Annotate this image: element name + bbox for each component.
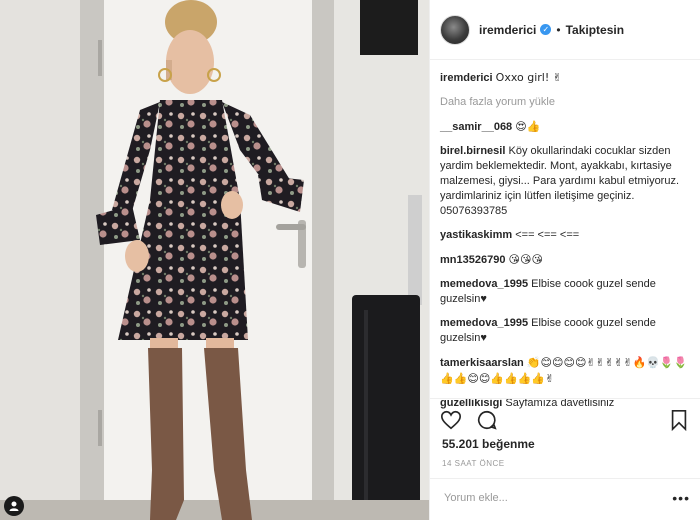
comment-username[interactable]: tamerkisaarslan: [440, 357, 524, 369]
post-header: iremderici ✓ • Takiptesin: [430, 0, 700, 60]
tagged-users-button[interactable]: [4, 496, 24, 516]
avatar[interactable]: [440, 14, 470, 45]
comment-item: mn13526790 😘😘😘: [440, 252, 695, 268]
comment-username[interactable]: memedova_1995: [440, 278, 528, 290]
comment-username[interactable]: __samir__068: [440, 121, 512, 133]
separator-dot: •: [556, 22, 561, 37]
comment-icon[interactable]: [476, 409, 498, 431]
verified-badge-icon: ✓: [540, 24, 552, 35]
heart-icon[interactable]: [440, 409, 462, 431]
comment-username[interactable]: memedova_1995: [440, 317, 528, 329]
post-image: [0, 0, 429, 520]
bookmark-icon[interactable]: [668, 409, 690, 431]
comment-username[interactable]: yastikaskimm: [440, 229, 512, 241]
comment-username[interactable]: iremderici: [440, 72, 493, 84]
comment-text: 😘😘😘: [508, 253, 543, 266]
follow-status-button[interactable]: Takiptesin: [566, 23, 624, 37]
comment-username[interactable]: birel.birnesil: [440, 145, 505, 157]
post-details-panel: iremderici ✓ • Takiptesin iremderici Oxx…: [429, 0, 700, 520]
comment-text: Oxxo girl! ✌: [495, 71, 562, 84]
comment-item: memedova_1995 Elbise coook guzel sende g…: [440, 277, 695, 307]
add-comment-bar: •••: [430, 478, 700, 520]
likes-count[interactable]: 55.201 beğenme: [442, 437, 535, 451]
post-timestamp[interactable]: 14 SAAT ÖNCE: [442, 459, 505, 468]
comment-text: <== <== <==: [515, 229, 580, 241]
caption: iremderici Oxxo girl! ✌: [440, 70, 695, 86]
post-photo[interactable]: [0, 0, 429, 520]
more-options-icon[interactable]: •••: [672, 491, 690, 505]
comment-item: __samir__068 😍👍: [440, 119, 695, 135]
load-more-comments-button[interactable]: Daha fazla yorum yükle: [440, 95, 695, 110]
comment-item: birel.birnesil Köy okullarindaki cocukla…: [440, 144, 695, 219]
comments-list: iremderici Oxxo girl! ✌ Daha fazla yorum…: [440, 70, 695, 420]
comment-text: 😍👍: [515, 120, 541, 133]
comment-item: yastikaskimm <== <== <==: [440, 228, 695, 243]
comment-item: memedova_1995 Elbise coook guzel sende g…: [440, 316, 695, 346]
person-icon: [9, 501, 19, 511]
comment-username[interactable]: mn13526790: [440, 254, 505, 266]
author-username[interactable]: iremderici: [479, 23, 536, 37]
comment-item: tamerkisaarslan 👏😊😊😊😊✌✌✌✌✌🔥💀🌷🌷👍👍😊😊👍👍👍👍✌: [440, 355, 695, 387]
comment-input[interactable]: [442, 491, 646, 505]
